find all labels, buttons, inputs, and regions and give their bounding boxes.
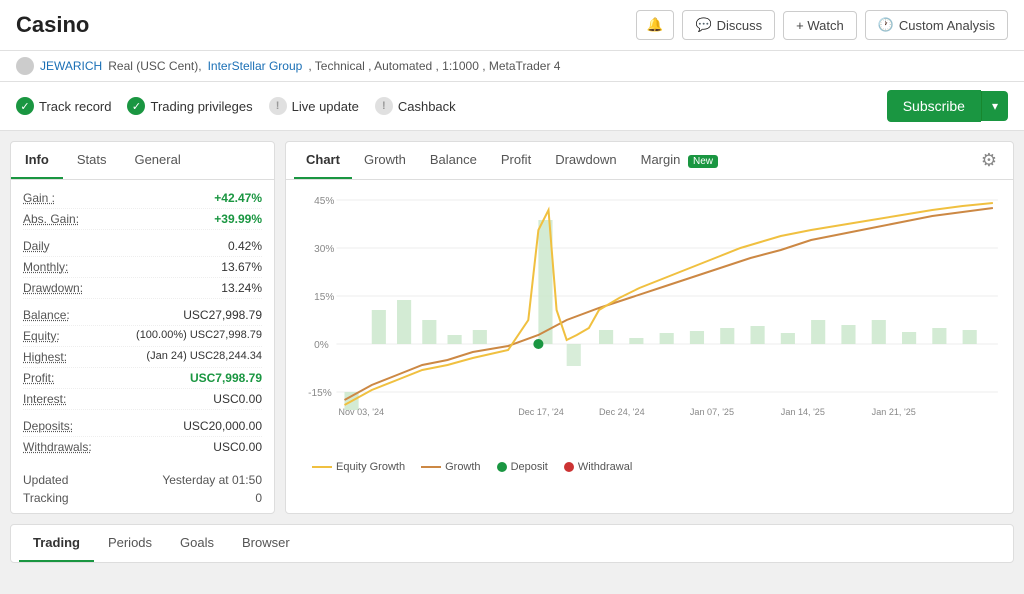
discuss-button[interactable]: 💬 Discuss [682,10,775,40]
info-row-deposits: Deposits: USC20,000.00 [23,416,262,437]
svg-text:Dec 17, '24: Dec 17, '24 [518,407,564,417]
svg-text:Jan 14, '25: Jan 14, '25 [781,407,825,417]
clock-icon: 🕐 [878,17,894,33]
group-link[interactable]: InterStellar Group [208,59,303,73]
header-actions: 🔔 💬 Discuss + Watch 🕐 Custom Analysis [636,10,1008,40]
svg-text:Jan 07, '25: Jan 07, '25 [690,407,734,417]
new-badge: New [688,155,718,168]
bottom-tab-trading[interactable]: Trading [19,525,94,562]
warn-icon: ! [269,97,287,115]
info-row-monthly: Monthly: 13.67% [23,257,262,278]
updated-row: Updated Yesterday at 01:50 [23,471,262,489]
subscribe-button[interactable]: Subscribe [887,90,981,122]
header: Casino 🔔 💬 Discuss + Watch 🕐 Custom Anal… [0,0,1024,51]
bell-button[interactable]: 🔔 [636,10,675,40]
tab-drawdown[interactable]: Drawdown [543,142,628,179]
bell-icon: 🔔 [647,17,664,32]
chart-legend: Equity Growth Growth Deposit Withdrawal [296,453,1003,481]
badge-label: Live update [292,99,359,114]
info-updated: Updated Yesterday at 01:50 Tracking 0 [11,465,274,513]
badge-trading-privileges: ✓ Trading privileges [127,97,252,115]
tab-chart[interactable]: Chart [294,142,352,179]
info-row-abs-gain: Abs. Gain: +39.99% [23,209,262,230]
bottom-tab-goals[interactable]: Goals [166,525,228,562]
page-title: Casino [16,12,89,38]
left-tabs: Info Stats General [11,142,274,180]
growth-line-icon [421,466,441,468]
header-left: Casino [16,12,89,38]
badge-label: Track record [39,99,111,114]
badge-track-record: ✓ Track record [16,97,111,115]
svg-text:45%: 45% [314,196,334,207]
warn-icon: ! [375,97,393,115]
avatar [16,57,34,75]
tab-info[interactable]: Info [11,142,63,179]
right-panel: Chart Growth Balance Profit Drawdown Mar… [285,141,1014,514]
tab-stats[interactable]: Stats [63,142,121,179]
info-table: Gain : +42.47% Abs. Gain: +39.99% Daily … [11,180,274,465]
tracking-row: Tracking 0 [23,489,262,507]
badge-cashback: ! Cashback [375,97,456,115]
badges: ✓ Track record ✓ Trading privileges ! Li… [16,97,456,115]
svg-text:Jan 21, '25: Jan 21, '25 [872,407,916,417]
settings-icon[interactable]: ⚙ [973,142,1005,179]
subscribe-wrap: Subscribe ▾ [887,90,1008,122]
custom-analysis-button[interactable]: 🕐 Custom Analysis [865,10,1008,40]
legend-growth: Growth [421,461,480,473]
tab-profit[interactable]: Profit [489,142,543,179]
watch-button[interactable]: + Watch [783,11,857,40]
info-row-drawdown: Drawdown: 13.24% [23,278,262,299]
withdrawal-dot-icon [564,462,574,472]
user-link[interactable]: JEWARICH [40,59,102,73]
svg-text:30%: 30% [314,244,334,255]
sub-header: JEWARICH Real (USC Cent), InterStellar G… [0,51,1024,82]
chart-tabs-row: Chart Growth Balance Profit Drawdown Mar… [286,142,1013,180]
chart-tabs: Chart Growth Balance Profit Drawdown Mar… [294,142,730,179]
equity-growth-line-icon [312,466,332,468]
legend-equity-growth: Equity Growth [312,461,405,473]
tab-growth[interactable]: Growth [352,142,418,179]
check-icon: ✓ [16,97,34,115]
legend-deposit: Deposit [497,461,548,473]
info-row-balance: Balance: USC27,998.79 [23,305,262,326]
discuss-icon: 💬 [695,17,711,33]
info-row-withdrawals: Withdrawals: USC0.00 [23,437,262,457]
bottom-tab-browser[interactable]: Browser [228,525,304,562]
badge-live-update: ! Live update [269,97,359,115]
svg-text:-15%: -15% [308,388,332,399]
svg-text:15%: 15% [314,292,334,303]
bottom-tabs: Trading Periods Goals Browser [10,524,1014,563]
svg-text:0%: 0% [314,340,329,351]
deposit-dot-icon [497,462,507,472]
info-row-daily: Daily 0.42% [23,236,262,257]
info-row-interest: Interest: USC0.00 [23,389,262,410]
left-panel: Info Stats General Gain : +42.47% Abs. G… [10,141,275,514]
tab-margin[interactable]: Margin New [629,142,730,179]
main-content: Info Stats General Gain : +42.47% Abs. G… [0,131,1024,524]
svg-text:Dec 24, '24: Dec 24, '24 [599,407,645,417]
badge-label: Cashback [398,99,456,114]
chart-area: 45% 30% 15% 0% -15% [286,180,1013,490]
check-icon: ✓ [127,97,145,115]
badge-label: Trading privileges [150,99,252,114]
legend-withdrawal: Withdrawal [564,461,632,473]
subscribe-dropdown-button[interactable]: ▾ [981,91,1008,121]
info-row-profit: Profit: USC7,998.79 [23,368,262,389]
info-row-highest: Highest: (Jan 24) USC28,244.34 [23,347,262,368]
bottom-tab-periods[interactable]: Periods [94,525,166,562]
svg-text:Nov 03, '24: Nov 03, '24 [338,407,384,417]
tab-balance[interactable]: Balance [418,142,489,179]
chart-svg: 45% 30% 15% 0% -15% [296,190,1003,450]
info-row-equity: Equity: (100.00%) USC27,998.79 [23,326,262,347]
badges-row: ✓ Track record ✓ Trading privileges ! Li… [0,82,1024,131]
tab-general[interactable]: General [120,142,194,179]
info-row-gain: Gain : +42.47% [23,188,262,209]
